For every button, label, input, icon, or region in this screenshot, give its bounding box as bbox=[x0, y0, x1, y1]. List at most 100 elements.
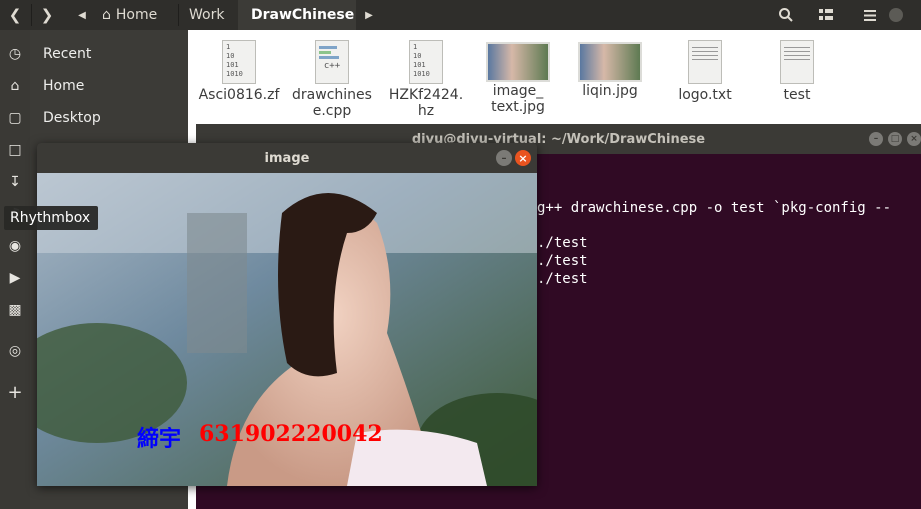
breadcrumb-home-label: Home bbox=[115, 7, 158, 23]
video-icon[interactable]: ▶ bbox=[0, 266, 30, 290]
code-line bbox=[319, 51, 331, 54]
image-window[interactable]: image – × 締宇 631902220042 bbox=[37, 143, 537, 486]
file-grid: 1 10 101 1010 Asci0816.zf c++ drawchines… bbox=[188, 30, 921, 130]
file-item[interactable]: logo.txt bbox=[660, 30, 750, 103]
dock-tooltip: Rhythmbox bbox=[4, 206, 98, 230]
terminal-line: ./test bbox=[537, 235, 588, 251]
home-icon[interactable]: ⌂ bbox=[0, 74, 30, 98]
text-line bbox=[692, 51, 718, 52]
text-line bbox=[784, 47, 810, 48]
sidebar-item-label: Desktop bbox=[43, 110, 101, 126]
breadcrumb-scroll-right[interactable]: ▶ bbox=[358, 0, 380, 30]
icon-text: 1010 bbox=[226, 70, 243, 78]
search-button[interactable] bbox=[770, 0, 802, 30]
icon-text: 1010 bbox=[413, 70, 430, 78]
binary-file-icon: 1 10 101 1010 bbox=[222, 40, 256, 84]
icon-text: 101 bbox=[226, 61, 239, 69]
clock-icon[interactable]: ◷ bbox=[0, 42, 30, 66]
icon-text: 101 bbox=[413, 61, 426, 69]
file-name-line: image_ bbox=[492, 83, 544, 99]
tooltip-label: Rhythmbox bbox=[10, 210, 91, 226]
code-line bbox=[319, 46, 337, 49]
minimize-button[interactable]: – bbox=[869, 132, 883, 146]
forward-button[interactable]: ❯ bbox=[32, 0, 62, 30]
trash-icon[interactable]: ▩ bbox=[0, 298, 30, 322]
text-line bbox=[784, 55, 810, 56]
file-name-line: drawchines bbox=[292, 87, 372, 103]
file-name: HZKf2424. hz bbox=[381, 87, 471, 119]
file-item[interactable]: 1 10 101 1010 HZKf2424. hz bbox=[381, 30, 471, 119]
text-line bbox=[784, 59, 810, 60]
breadcrumb-scroll-left[interactable]: ◀ bbox=[72, 0, 92, 30]
maximize-button[interactable]: □ bbox=[888, 132, 902, 146]
file-name-line: e.cpp bbox=[312, 103, 352, 119]
file-name: liqin.jpg bbox=[582, 83, 638, 99]
minimize-button[interactable]: – bbox=[496, 150, 512, 166]
folder-icon[interactable]: ▢ bbox=[0, 106, 30, 130]
icon-text: 10 bbox=[413, 52, 422, 60]
file-item[interactable]: 1 10 101 1010 Asci0816.zf bbox=[194, 30, 284, 103]
close-button[interactable]: × bbox=[515, 150, 531, 166]
home-icon: ⌂ bbox=[102, 7, 111, 23]
chevron-right-icon: ❯ bbox=[40, 6, 54, 24]
camera-icon[interactable]: ◉ bbox=[0, 234, 30, 258]
text-line bbox=[692, 47, 718, 48]
sidebar-item-recent[interactable]: Recent bbox=[43, 42, 91, 66]
search-icon bbox=[779, 8, 793, 22]
terminal-line: ./test bbox=[537, 253, 588, 269]
image-window-title-bar[interactable]: image – × bbox=[37, 143, 537, 173]
close-icon: × bbox=[518, 151, 528, 165]
image-window-title: image bbox=[264, 150, 310, 166]
file-name-line: text.jpg bbox=[491, 99, 545, 115]
text-line bbox=[784, 51, 810, 52]
file-name-line: hz bbox=[417, 103, 435, 119]
terminal-line: ./test bbox=[537, 271, 588, 287]
icon-text: 10 bbox=[226, 52, 235, 60]
hamburger-menu-icon bbox=[864, 9, 876, 21]
binary-file-icon: 1 10 101 1010 bbox=[409, 40, 443, 84]
document-icon[interactable]: □ bbox=[0, 138, 30, 162]
close-button[interactable]: × bbox=[907, 132, 921, 146]
overlay-chinese-text: 締宇 bbox=[137, 426, 182, 452]
view-button[interactable] bbox=[810, 0, 842, 30]
terminal-line: g++ drawchinese.cpp -o test `pkg-config … bbox=[537, 200, 892, 216]
sidebar-item-home[interactable]: Home bbox=[43, 74, 84, 98]
cpp-label: c++ bbox=[323, 61, 341, 71]
minimize-icon: – bbox=[501, 152, 507, 164]
plus-icon[interactable]: + bbox=[0, 380, 30, 404]
triangle-right-icon: ▶ bbox=[365, 9, 373, 21]
file-item[interactable]: liqin.jpg bbox=[565, 30, 655, 99]
breadcrumb-home[interactable]: ⌂ Home bbox=[92, 0, 178, 30]
back-button[interactable]: ❮ bbox=[0, 0, 30, 30]
file-name-line: HZKf2424. bbox=[388, 87, 464, 103]
file-name: drawchines e.cpp bbox=[287, 87, 377, 119]
download-icon[interactable]: ↧ bbox=[0, 170, 30, 194]
minimize-icon bbox=[889, 8, 903, 22]
cpp-file-icon: c++ bbox=[315, 40, 349, 84]
photo-lantern bbox=[187, 213, 247, 353]
file-item[interactable]: image_ text.jpg bbox=[473, 30, 563, 115]
file-name: logo.txt bbox=[678, 87, 732, 103]
minimize-button[interactable] bbox=[886, 0, 906, 30]
breadcrumb-drawchinese-label: DrawChinese bbox=[251, 7, 355, 23]
image-thumbnail-icon bbox=[486, 42, 550, 82]
text-line bbox=[692, 59, 718, 60]
maximize-icon: □ bbox=[890, 134, 900, 144]
breadcrumb-work[interactable]: Work bbox=[179, 0, 237, 30]
chevron-left-icon: ❮ bbox=[8, 6, 22, 24]
files-header-bar: ❮ ❯ ◀ ⌂ Home Work DrawChinese ▶ bbox=[0, 0, 921, 30]
text-line bbox=[692, 55, 718, 56]
image-thumbnail-icon bbox=[578, 42, 642, 82]
disc-icon[interactable]: ◎ bbox=[0, 339, 30, 363]
menu-button[interactable] bbox=[854, 0, 886, 30]
close-icon: × bbox=[910, 134, 918, 144]
file-item[interactable]: c++ drawchines e.cpp bbox=[287, 30, 377, 119]
minimize-icon: – bbox=[873, 134, 879, 144]
grid-view-icon bbox=[819, 9, 833, 20]
sidebar-item-desktop[interactable]: Desktop bbox=[43, 106, 101, 130]
breadcrumb-drawchinese[interactable]: DrawChinese bbox=[238, 0, 356, 30]
triangle-left-icon: ◀ bbox=[78, 9, 86, 21]
file-item[interactable]: test bbox=[752, 30, 842, 103]
code-line bbox=[319, 56, 339, 59]
file-name: image_ text.jpg bbox=[473, 83, 563, 115]
